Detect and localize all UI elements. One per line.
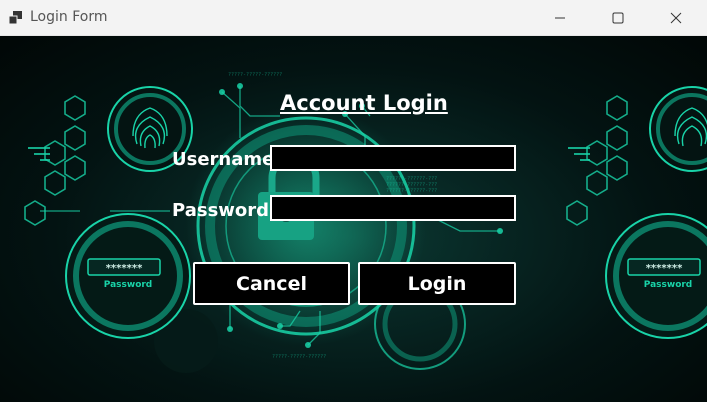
app-icon [8,11,22,25]
fingerprint-icon-right [649,86,707,172]
title-bar[interactable]: Login Form [0,0,707,36]
password-badge-left: ******* Password [65,213,191,339]
maximize-icon [612,12,624,24]
form-heading: Account Login [280,91,448,115]
svg-text:?????-?????-??????: ?????-?????-?????? [272,354,326,360]
minimize-button[interactable] [532,0,588,36]
cancel-button[interactable]: Cancel [193,262,350,305]
window-title: Login Form [30,9,108,25]
password-badge-right: ******* Password [605,213,707,339]
username-input[interactable] [270,145,516,171]
svg-text:Password: Password [104,280,153,290]
login-window: Login Form ?????-?????-?????? ?????-????… [0,0,707,402]
username-label: Username [172,149,275,170]
svg-text:*******: ******* [106,263,143,274]
svg-text:?????-?????-??????: ?????-?????-?????? [228,72,282,78]
svg-text:??????-??????-???: ??????-??????-??? [386,188,437,194]
svg-text:Password: Password [644,280,693,290]
minimize-icon [555,17,565,19]
svg-text:*******: ******* [646,263,683,274]
maximize-button[interactable] [590,0,646,36]
close-button[interactable] [648,0,704,36]
form-client-area: ?????-?????-?????? ?????-?????-?????? ??… [0,36,707,402]
close-icon [670,12,682,24]
login-button[interactable]: Login [358,262,516,305]
password-label: Password [172,200,270,221]
password-input[interactable] [270,195,516,221]
